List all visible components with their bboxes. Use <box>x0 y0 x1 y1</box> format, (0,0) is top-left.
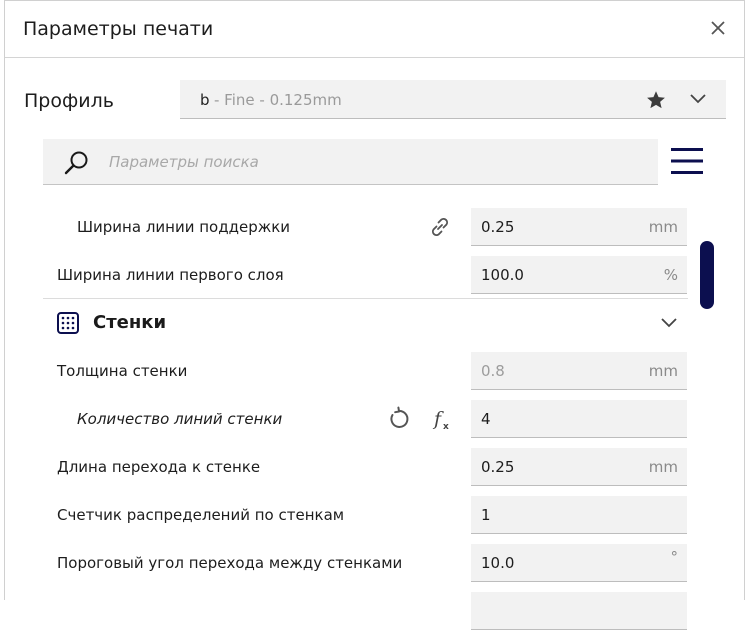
walls-category-icon <box>57 312 79 334</box>
field-unit: ° <box>670 548 679 566</box>
field-unit: % <box>663 266 678 284</box>
setting-label: Пороговый угол перехода между стенками <box>57 554 403 572</box>
function-icon[interactable]: f x <box>431 406 457 432</box>
partial-setting-input[interactable] <box>471 592 687 630</box>
setting-label: Длина перехода к стенке <box>57 458 261 476</box>
reset-icon[interactable] <box>386 406 412 432</box>
field-unit: mm <box>648 458 678 476</box>
support-line-width-input[interactable]: 0.25 mm <box>471 208 687 246</box>
setting-label: Ширина линии первого слоя <box>57 266 284 284</box>
setting-label: Количество линий стенки <box>77 410 283 428</box>
chevron-down-icon[interactable] <box>689 92 707 106</box>
field-value: 10.0 <box>481 554 515 572</box>
profile-dropdown[interactable]: b - Fine - 0.125mm <box>180 80 726 119</box>
profile-label: Профиль <box>24 90 114 112</box>
field-value: 4 <box>481 410 491 428</box>
setting-row-wall-thickness: Толщина стенки 0.8 mm <box>43 347 688 395</box>
link-icon[interactable] <box>427 214 453 240</box>
setting-row-support-line-width: Ширина линии поддержки 0.25 mm <box>43 203 688 251</box>
panel-header: Параметры печати <box>5 1 744 58</box>
setting-label: Ширина линии поддержки <box>77 218 291 236</box>
hamburger-menu-icon[interactable] <box>670 146 704 176</box>
print-settings-panel: Параметры печати Профиль b - Fine - 0.12… <box>4 0 745 630</box>
field-value: 0.25 <box>481 218 515 236</box>
profile-detail: - Fine - 0.125mm <box>214 91 342 109</box>
profile-name: b <box>200 91 210 109</box>
setting-row-wall-line-count: Количество линий стенки f x 4 <box>43 395 688 443</box>
category-walls[interactable]: Стенки <box>43 299 688 347</box>
initial-layer-line-width-input[interactable]: 100.0 % <box>471 256 687 294</box>
setting-label: Счетчик распределений по стенкам <box>57 506 345 524</box>
setting-row-wall-distribution-count: Счетчик распределений по стенкам 1 <box>43 491 688 539</box>
chevron-down-icon[interactable] <box>660 316 678 330</box>
field-value: 100.0 <box>481 266 524 284</box>
field-unit: mm <box>648 362 678 380</box>
wall-distribution-count-input[interactable]: 1 <box>471 496 687 534</box>
setting-row-wall-transition-length: Длина перехода к стенке 0.25 mm <box>43 443 688 491</box>
setting-label: Толщина стенки <box>57 362 188 380</box>
field-value: 1 <box>481 506 491 524</box>
wall-thickness-input[interactable]: 0.8 mm <box>471 352 687 390</box>
setting-row-partial <box>43 587 688 635</box>
close-icon[interactable] <box>708 18 728 38</box>
field-value: 0.25 <box>481 458 515 476</box>
wall-transition-length-input[interactable]: 0.25 mm <box>471 448 687 486</box>
setting-row-initial-layer-line-width: Ширина линии первого слоя 100.0 % <box>43 251 688 299</box>
field-unit: mm <box>648 218 678 236</box>
field-value: 0.8 <box>481 362 505 380</box>
star-icon[interactable] <box>645 89 667 111</box>
svg-text:x: x <box>443 422 449 432</box>
search-icon <box>64 151 88 175</box>
panel-title: Параметры печати <box>23 18 214 40</box>
search-input[interactable] <box>109 149 629 175</box>
wall-transition-angle-input[interactable]: 10.0 ° <box>471 544 687 582</box>
search-bar <box>43 139 658 185</box>
wall-line-count-input[interactable]: 4 <box>471 400 687 438</box>
scrollbar-thumb[interactable] <box>700 241 714 309</box>
category-label: Стенки <box>93 312 167 333</box>
setting-row-wall-transition-angle: Пороговый угол перехода между стенками 1… <box>43 539 688 587</box>
